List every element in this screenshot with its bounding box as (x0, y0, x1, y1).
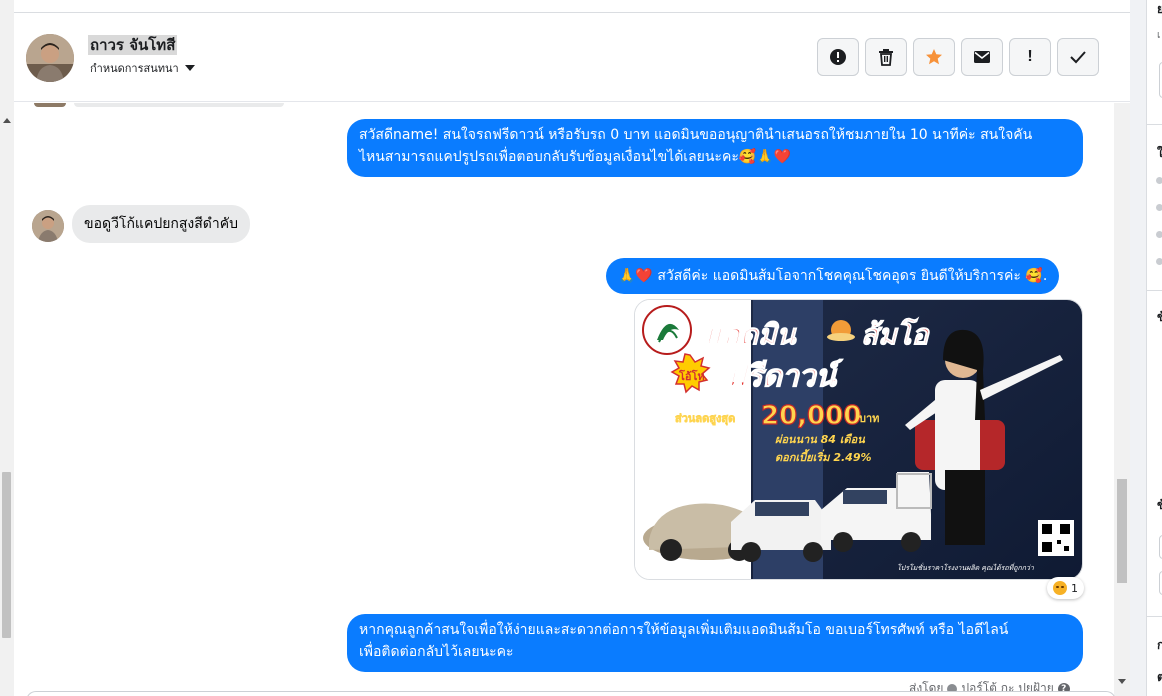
angry-face-icon (1053, 581, 1067, 595)
outgoing-message[interactable]: หากคุณลูกค้าสนใจเพื่อให้ง่ายและสะดวกต่อก… (347, 614, 1083, 672)
panel-heading-glyph: ย (1157, 0, 1162, 19)
incoming-message[interactable]: ขอดูวีโก้แคปยกสูงสีดำคับ (72, 205, 251, 243)
ad-interest: ดอกเบี้ยเริ่ม 2.49% (775, 449, 872, 464)
star-button[interactable] (913, 38, 955, 76)
panel-heading-glyph: ใ (1157, 144, 1162, 163)
ad-title: แอดมิน (705, 318, 798, 351)
ad-installment: ผ่อนนาน 84 เดือน (775, 433, 865, 446)
conversation-actions: ! (817, 38, 1099, 76)
ad-discount-value: 20,000 (761, 401, 861, 431)
page-scroll-thumb[interactable] (2, 472, 11, 638)
contact-avatar-small[interactable] (32, 210, 64, 242)
ad-badge: โอ้โห (678, 369, 705, 383)
panel-divider (1147, 124, 1162, 125)
outgoing-message[interactable]: สวัสดีname! สนใจรถฟรีดาวน์ หรือรับรถ 0 บ… (347, 119, 1083, 177)
report-spam-button[interactable] (817, 38, 859, 76)
panel-divider (1147, 290, 1162, 291)
reaction-count: 1 (1071, 581, 1078, 595)
ad-discount-unit: บาท (859, 412, 879, 425)
message-text: 🙏❤️ สวัสดีค่ะ แอดมินส้มโอจากโชคคุณโชคอุด… (618, 268, 1048, 284)
contact-name[interactable]: ถาวร จันโทสี (88, 35, 178, 55)
ad-footer: โปรโมชั่นราคาโรงงานผลิต คุณได้รถที่ถูกกว… (897, 562, 1035, 572)
message-list[interactable]: สวัสดีname! สนใจรถฟรีดาวน์ หรือรับรถ 0 บ… (14, 103, 1114, 696)
promo-image: แอดมิน ส้มโอ โอ้โห ฟรีดาวน์ ส่วนลดสูงสุด… (635, 300, 1082, 579)
panel-heading-glyph: ข้ (1157, 496, 1162, 515)
scroll-down-arrow-icon[interactable] (1118, 679, 1126, 684)
panel-subtext-glyph: เ (1157, 30, 1161, 41)
contact-details-panel: ย เ ใ ข้ ข้ ก ต (1146, 0, 1162, 696)
outgoing-message[interactable]: 🙏❤️ สวัสดีค่ะ แอดมินส้มโอจากโชคคุณโชคอุด… (606, 258, 1060, 294)
page-scrollbar[interactable] (0, 0, 14, 696)
previous-message-bubble (74, 103, 284, 107)
scroll-up-arrow-icon[interactable] (3, 118, 11, 123)
message-line: เพื่อติดต่อกลับไว้เลยนะคะ (359, 644, 514, 660)
panel-heading-glyph: ก (1157, 636, 1162, 655)
window-top-strip (0, 0, 1162, 12)
envelope-icon (974, 51, 990, 63)
message-reaction[interactable]: 1 (1047, 577, 1084, 599)
message-scroll-thumb[interactable] (1117, 479, 1127, 583)
ad-discount-label: ส่วนลดสูงสุด (675, 412, 735, 426)
checkmark-icon (1070, 51, 1086, 64)
message-line: สวัสดีname! สนใจรถฟรีดาวน์ หรือรับรถ 0 บ… (359, 127, 1033, 143)
panel-list-dot (1156, 258, 1162, 265)
promo-image-attachment[interactable]: แอดมิน ส้มโอ โอ้โห ฟรีดาวน์ ส่วนลดสูงสุด… (634, 299, 1083, 580)
previous-message-avatar (34, 103, 66, 107)
trash-icon (879, 49, 893, 66)
panel-divider (1147, 616, 1162, 617)
panel-list-dot (1156, 231, 1162, 238)
panel-list-dot (1156, 177, 1162, 184)
panel-gap (1130, 0, 1146, 696)
assign-label: กำหนดการสนทนา (90, 62, 179, 75)
exclamation-icon: ! (1027, 48, 1033, 65)
panel-heading-glyph: ต (1157, 668, 1162, 687)
mark-done-button[interactable] (1057, 38, 1099, 76)
conversation-panel: ถาวร จันโทสี กำหนดการสนทนา ! สวัสดีname!… (14, 12, 1130, 696)
alert-circle-icon (830, 49, 846, 65)
message-line: ไหนสามารถแคปรูปรถเพื่อตอบกลับรับข้อมูลเง… (359, 149, 792, 165)
message-composer[interactable] (26, 691, 1116, 696)
message-scrollbar[interactable] (1114, 103, 1130, 696)
contact-avatar[interactable] (26, 34, 74, 82)
panel-list-dot (1156, 204, 1162, 211)
message-line: หากคุณลูกค้าสนใจเพื่อให้ง่ายและสะดวกต่อก… (359, 622, 1009, 638)
delete-button[interactable] (865, 38, 907, 76)
flag-important-button[interactable]: ! (1009, 38, 1051, 76)
mark-unread-button[interactable] (961, 38, 1003, 76)
star-icon (926, 49, 942, 65)
ad-headline: ฟรีดาวน์ (725, 359, 843, 394)
conversation-header: ถาวร จันโทสี กำหนดการสนทนา ! (14, 13, 1130, 102)
message-text: ขอดูวีโก้แคปยกสูงสีดำคับ (84, 216, 239, 232)
chevron-down-icon (184, 65, 195, 71)
assign-conversation-dropdown[interactable]: กำหนดการสนทนา (90, 59, 195, 77)
panel-heading-glyph: ข้ (1157, 308, 1162, 327)
ad-title-2: ส้มโอ (861, 317, 931, 351)
